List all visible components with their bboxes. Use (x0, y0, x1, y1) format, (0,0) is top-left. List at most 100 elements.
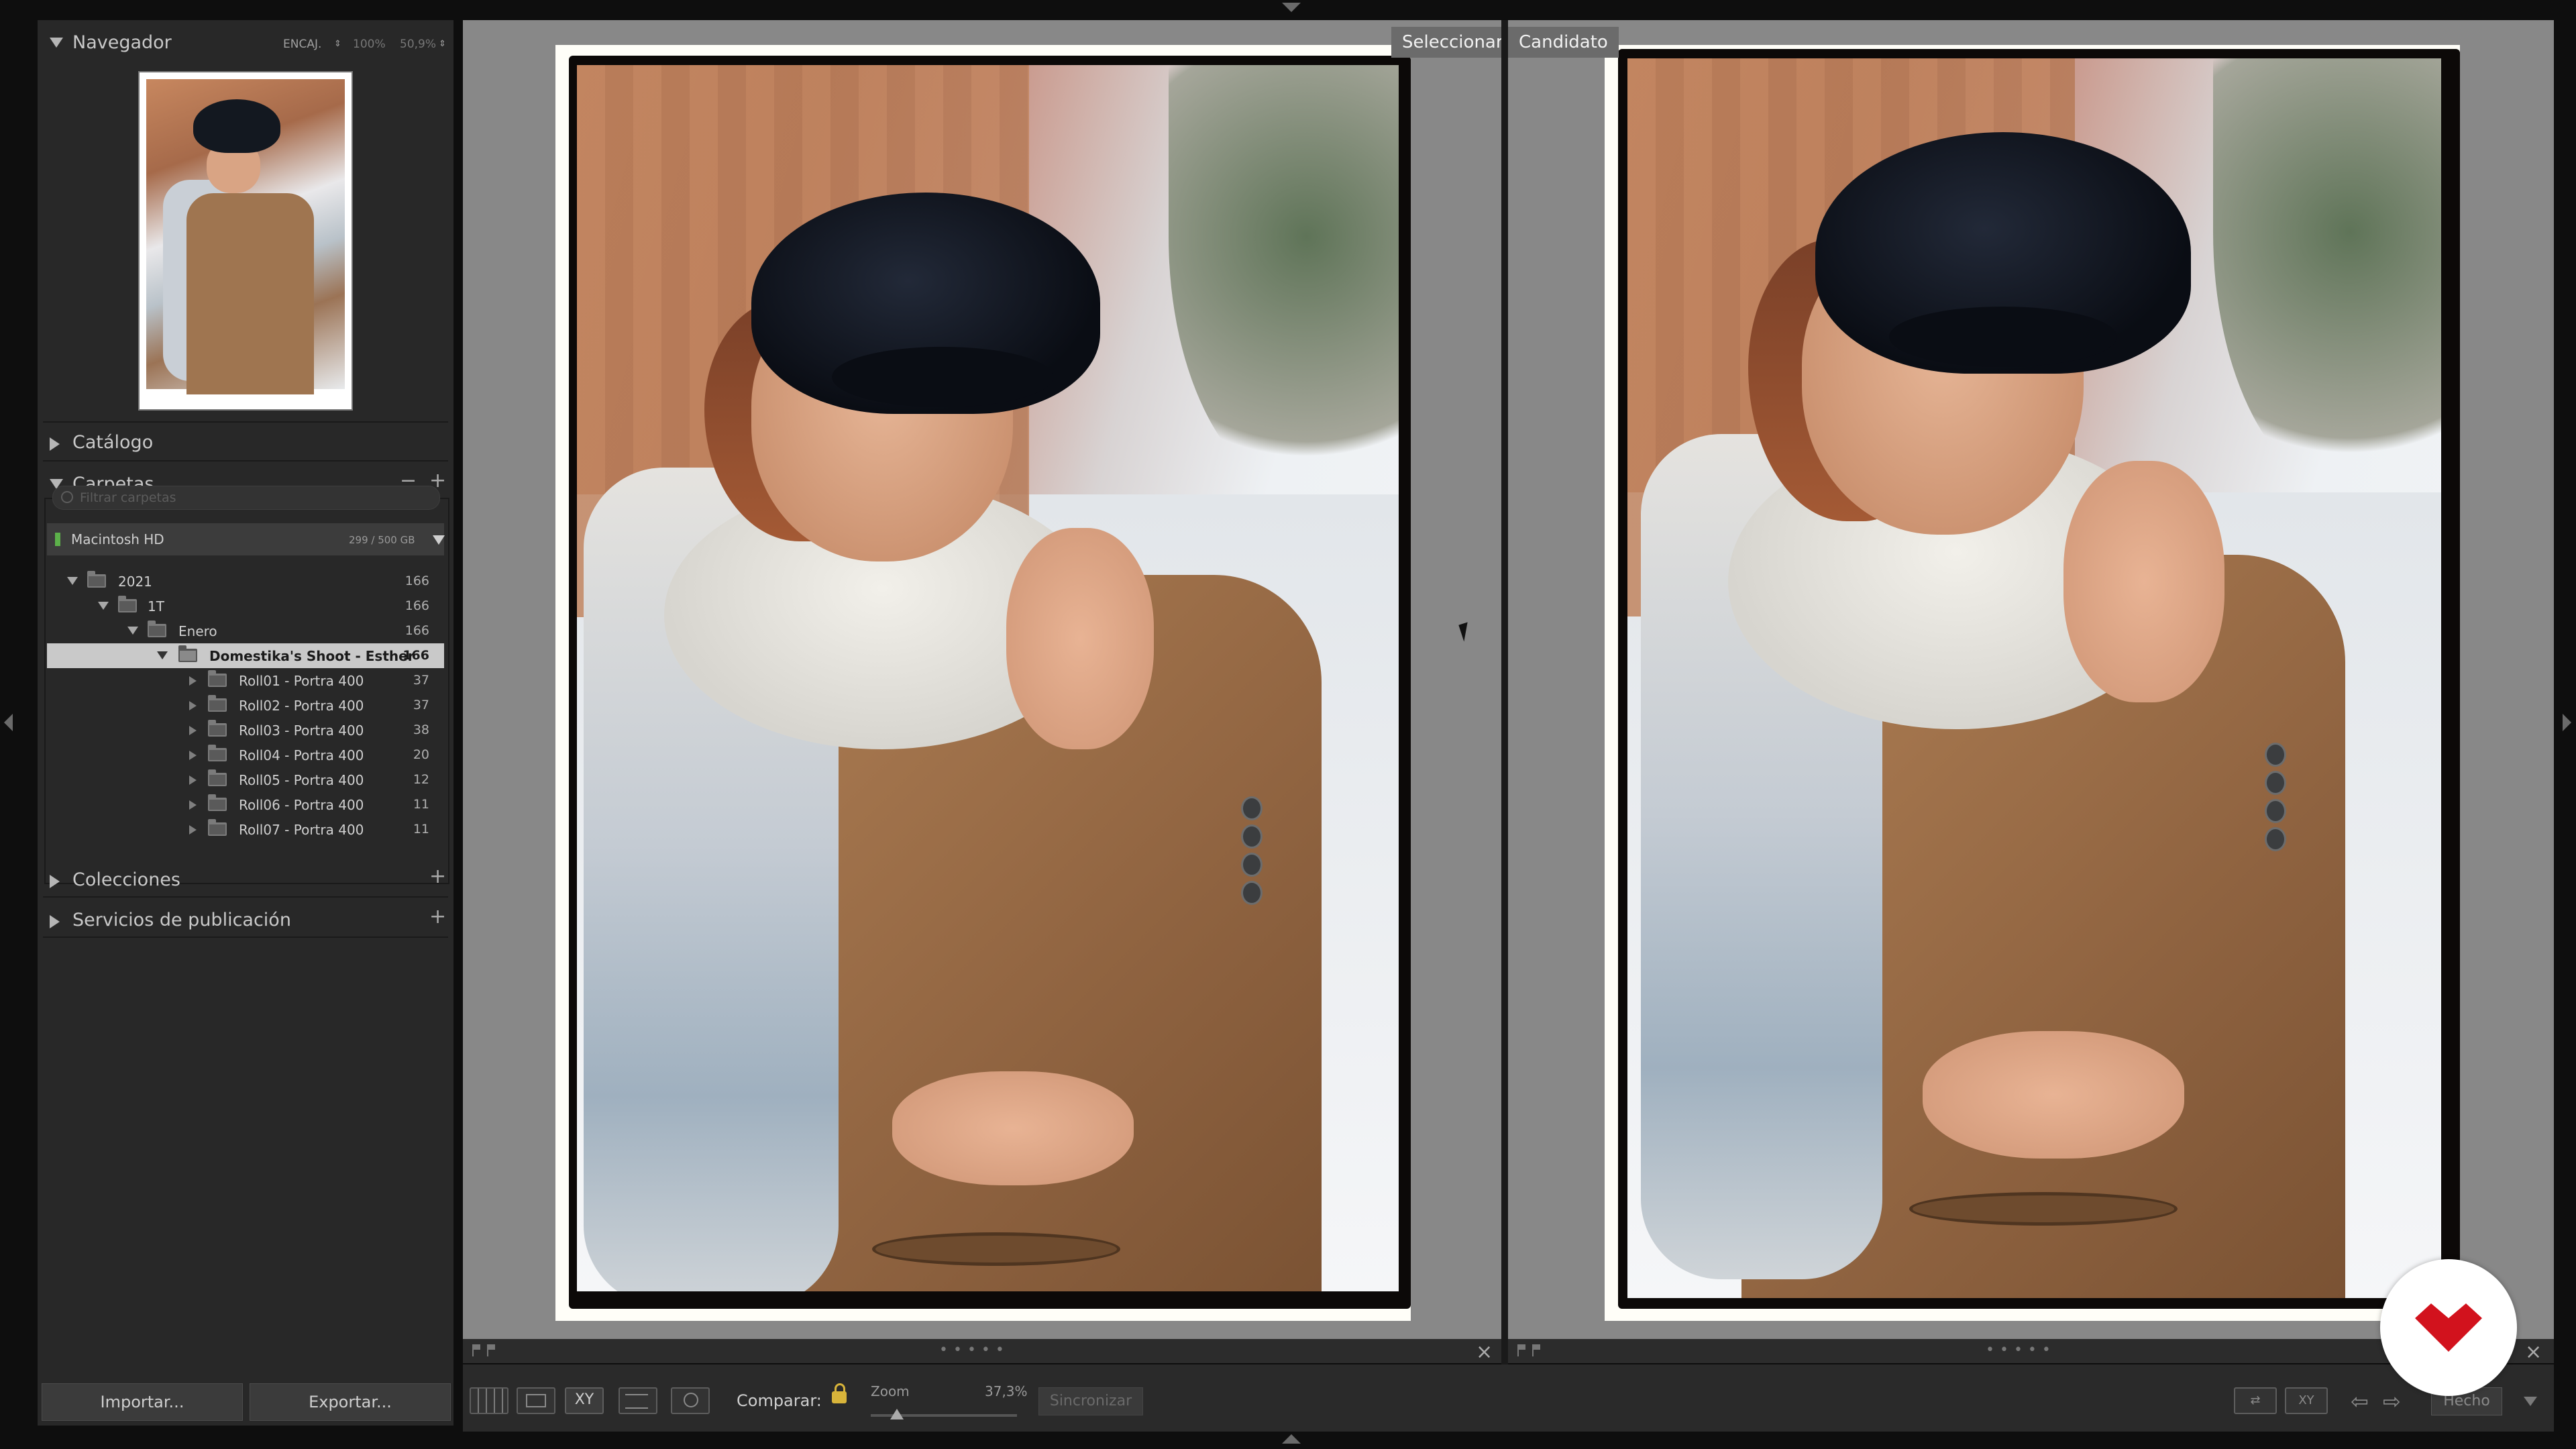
folder-label: Roll04 - Portra 400 (239, 747, 364, 763)
folder-count: 38 (413, 722, 429, 737)
folder-label: Domestika's Shoot - Esther (209, 648, 415, 664)
folder-row[interactable]: 2021 166 (47, 569, 444, 594)
mouse-cursor-icon (1458, 622, 1473, 642)
disclosure-triangle-icon[interactable] (189, 775, 197, 785)
folder-icon (118, 596, 137, 612)
folder-row[interactable]: Roll07 - Portra 400 11 (47, 817, 444, 842)
folder-count: 11 (413, 822, 429, 837)
folder-row[interactable]: 1T 166 (47, 594, 444, 619)
pane-divider (1501, 20, 1508, 1422)
disclosure-triangle-icon[interactable] (189, 825, 197, 835)
folder-label: Roll02 - Portra 400 (239, 698, 364, 714)
publish-header[interactable]: Servicios de publicación + (38, 900, 453, 939)
add-collection-icon[interactable]: + (429, 867, 446, 887)
candidate-photo[interactable] (1627, 58, 2441, 1298)
top-panel-toggle-icon[interactable] (1282, 3, 1301, 12)
navigator-preview[interactable] (138, 71, 353, 411)
flag-icon[interactable] (472, 1344, 483, 1356)
disclosure-triangle-icon[interactable] (127, 627, 138, 635)
volume-menu-icon[interactable] (433, 535, 445, 545)
folder-icon (208, 670, 227, 687)
rating-stars[interactable]: ••••• (1986, 1342, 2056, 1358)
loupe-view-icon[interactable] (517, 1387, 555, 1414)
expand-triangle-icon[interactable] (50, 437, 60, 451)
make-select-icon[interactable]: XY (2285, 1387, 2328, 1414)
reject-flag-icon[interactable] (487, 1344, 498, 1356)
collapse-triangle-icon[interactable] (50, 38, 63, 48)
navigator-header[interactable]: Navegador ENCAJ. ⇕ 100% 50,9% ⇕ (38, 23, 453, 62)
flag-icon[interactable] (1517, 1344, 1528, 1356)
folder-count: 12 (413, 772, 429, 787)
volume-space: 299 / 500 GB (349, 534, 415, 546)
left-panel-toggle-icon[interactable] (4, 714, 13, 731)
select-pane[interactable]: Seleccionar (463, 20, 1514, 1339)
disclosure-triangle-icon[interactable] (189, 800, 197, 810)
folder-row[interactable]: Roll01 - Portra 400 37 (47, 668, 444, 693)
folder-label: Roll05 - Portra 400 (239, 772, 364, 788)
compare-view-icon[interactable]: XY (565, 1387, 604, 1414)
folder-icon (87, 571, 106, 588)
volume-status-indicator (55, 533, 60, 546)
zoom-custom-option[interactable]: 50,9% (400, 38, 436, 51)
folder-row[interactable]: Roll05 - Portra 400 12 (47, 767, 444, 792)
compare-view: Seleccionar Candidato (463, 20, 2554, 1422)
import-button[interactable]: Importar... (42, 1383, 243, 1421)
folder-icon (178, 645, 197, 662)
folder-row-selected[interactable]: Domestika's Shoot - Esther 166 (47, 643, 444, 668)
candidate-pane[interactable]: Candidato (1508, 20, 2554, 1339)
select-photo-frame (555, 45, 1411, 1321)
grid-view-icon[interactable] (470, 1387, 508, 1414)
folder-row[interactable]: Roll04 - Portra 400 20 (47, 743, 444, 767)
sync-button[interactable]: Sincronizar (1038, 1387, 1143, 1415)
folder-icon (208, 695, 227, 712)
toolbar-menu-icon[interactable] (2524, 1397, 2537, 1406)
rating-stars[interactable]: ••••• (939, 1342, 1010, 1358)
folder-icon (208, 794, 227, 811)
filter-folders-input[interactable]: Filtrar carpetas (52, 486, 440, 510)
next-arrow-icon[interactable]: ⇨ (2383, 1389, 2401, 1414)
export-button[interactable]: Exportar... (250, 1383, 451, 1421)
folder-row[interactable]: Roll02 - Portra 400 37 (47, 693, 444, 718)
close-icon[interactable]: × (1476, 1340, 1493, 1364)
previous-arrow-icon[interactable]: ⇦ (2351, 1389, 2369, 1414)
reject-flag-icon[interactable] (1532, 1344, 1543, 1356)
expand-triangle-icon[interactable] (50, 915, 60, 928)
add-publish-service-icon[interactable]: + (429, 907, 446, 927)
zoom-100-option[interactable]: 100% (353, 38, 386, 51)
compare-label: Comparar: (737, 1391, 822, 1410)
disclosure-triangle-icon[interactable] (189, 676, 197, 686)
volume-row[interactable]: Macintosh HD 299 / 500 GB (47, 523, 445, 555)
zoom-label: Zoom (871, 1383, 910, 1399)
people-view-icon[interactable] (671, 1387, 710, 1414)
disclosure-triangle-icon[interactable] (189, 726, 197, 735)
folder-row[interactable]: Enero 166 (47, 619, 444, 643)
disclosure-triangle-icon[interactable] (67, 577, 78, 585)
right-panel-toggle-icon[interactable] (2563, 714, 2571, 731)
folder-count: 37 (413, 673, 429, 688)
folder-label: Roll06 - Portra 400 (239, 797, 364, 813)
catalog-header[interactable]: Catálogo (38, 423, 453, 462)
close-icon[interactable]: × (2525, 1340, 2542, 1364)
survey-view-icon[interactable] (619, 1387, 657, 1414)
filter-placeholder: Filtrar carpetas (80, 490, 176, 505)
expand-triangle-icon[interactable] (50, 875, 60, 888)
folder-row[interactable]: Roll03 - Portra 400 38 (47, 718, 444, 743)
bottom-panel-toggle-icon[interactable] (1282, 1434, 1301, 1444)
disclosure-triangle-icon[interactable] (189, 701, 197, 710)
publish-title: Servicios de publicación (72, 910, 291, 930)
select-label: Seleccionar (1391, 27, 1514, 58)
candidate-label: Candidato (1508, 27, 1619, 58)
zoom-slider-handle[interactable] (890, 1409, 904, 1419)
folder-icon (208, 819, 227, 836)
zoom-fit-option[interactable]: ENCAJ. (283, 38, 321, 51)
disclosure-triangle-icon[interactable] (157, 651, 168, 659)
disclosure-triangle-icon[interactable] (98, 602, 109, 610)
select-photo[interactable] (577, 65, 1399, 1291)
folder-icon (208, 769, 227, 786)
lock-icon[interactable] (832, 1383, 847, 1403)
folder-row[interactable]: Roll06 - Portra 400 11 (47, 792, 444, 817)
folder-count: 20 (413, 747, 429, 762)
disclosure-triangle-icon[interactable] (189, 751, 197, 760)
swap-icon[interactable]: ⇄ (2234, 1387, 2277, 1414)
collections-header[interactable]: Colecciones + (38, 860, 453, 899)
